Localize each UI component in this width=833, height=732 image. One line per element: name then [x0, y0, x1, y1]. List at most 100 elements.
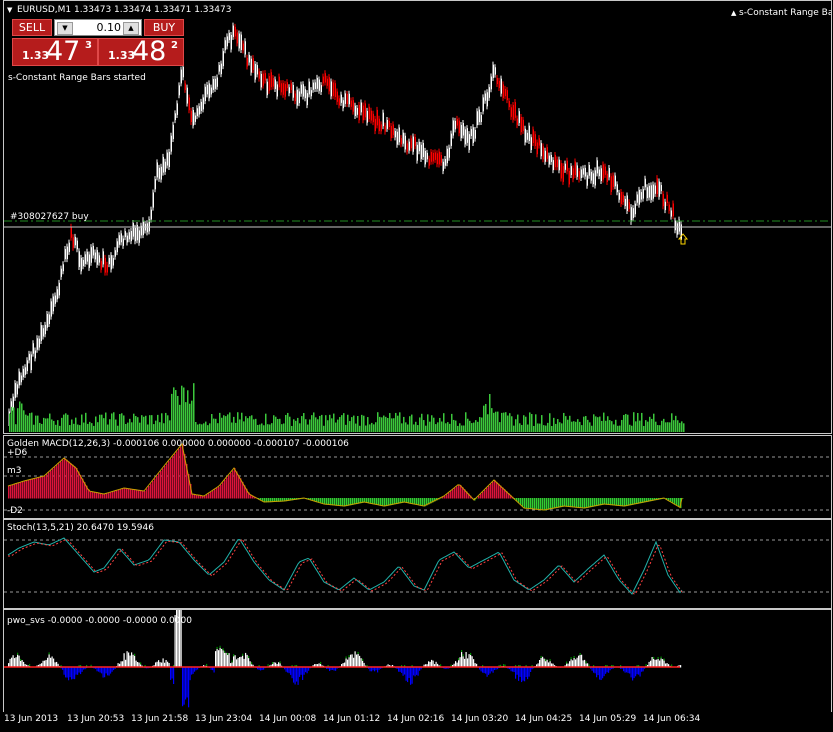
pwo-pane[interactable]: pwo_svs -0.0000 -0.0000 -0.0000 0.0000 [3, 609, 832, 713]
pwo-histogram-bar [185, 667, 187, 700]
macd-histogram-bar [554, 498, 556, 509]
macd-histogram-bar [48, 472, 50, 499]
price-candle [584, 167, 586, 177]
pwo-histogram-bar [300, 667, 302, 675]
volume-bar [421, 413, 423, 432]
pwo-histogram-bar [624, 667, 626, 673]
macd-histogram-bar [50, 470, 52, 499]
price-candle [82, 259, 84, 267]
macd-histogram-bar [124, 488, 126, 499]
pwo-histogram-cap [588, 664, 590, 667]
pwo-histogram-bar [12, 655, 14, 668]
volume-bar [93, 425, 95, 432]
buy-price-button[interactable]: 1.33 48 2 [98, 36, 184, 67]
sell-price-button[interactable]: 1.33 47 3 [12, 36, 98, 67]
volume-bar [191, 400, 193, 432]
volume-bar [483, 405, 485, 432]
volume-bar [227, 414, 229, 432]
lot-value[interactable]: 0.10 [97, 21, 122, 34]
macd-histogram-bar [546, 498, 548, 511]
macd-histogram-bar [572, 498, 574, 508]
macd-histogram-bar [456, 486, 458, 499]
volume-bar [657, 425, 659, 432]
macd-histogram-bar [550, 498, 552, 510]
macd-histogram-bar [94, 492, 96, 499]
stoch-chart[interactable] [4, 520, 831, 608]
price-candle [504, 88, 506, 97]
pwo-histogram-bar [639, 667, 641, 677]
volume-bar [635, 421, 637, 432]
price-candle [202, 97, 204, 110]
volume-bar [307, 424, 309, 432]
macd-histogram-bar [158, 473, 160, 499]
volume-bar [585, 416, 587, 432]
time-tick: 14 Jun 05:29 [579, 714, 637, 724]
price-candle [32, 343, 34, 354]
pwo-histogram-bar [404, 667, 406, 675]
price-candle [310, 90, 312, 97]
price-candle [142, 220, 144, 236]
price-candle [280, 83, 282, 93]
volume-bar [149, 415, 151, 432]
stoch-pane[interactable]: Stoch(13,5,21) 20.6470 19.5946 [3, 519, 832, 609]
lot-decrease-icon[interactable]: ▼ [57, 22, 73, 35]
volume-bar [671, 413, 673, 432]
volume-bar [299, 423, 301, 432]
price-candle [650, 185, 652, 200]
pwo-histogram-bar [239, 657, 241, 668]
price-candle [444, 158, 446, 166]
price-candle [176, 103, 178, 115]
macd-histogram-bar [214, 489, 216, 499]
volume-bar [9, 413, 11, 432]
buy-arrow-icon [677, 233, 689, 245]
pwo-histogram-bar [296, 667, 298, 682]
volume-bar [397, 415, 399, 432]
lot-increase-icon[interactable]: ▲ [123, 22, 139, 35]
sell-button[interactable]: SELL [12, 19, 52, 36]
macd-pane[interactable]: Golden MACD(12,26,3) -0.000106 0.000000 … [3, 435, 832, 519]
price-candle [200, 101, 202, 111]
pwo-histogram-bar [573, 657, 575, 668]
macd-histogram-bar [374, 498, 376, 505]
price-candle [410, 138, 412, 149]
price-candle [594, 170, 596, 186]
pwo-histogram-bar [486, 667, 488, 677]
pwo-histogram-bar [18, 655, 20, 668]
price-candle [182, 66, 184, 78]
pwo-histogram-bar [234, 655, 236, 668]
volume-bar [575, 421, 577, 432]
price-candle [12, 396, 14, 408]
pwo-histogram-bar [15, 657, 17, 668]
macd-histogram-bar [326, 498, 328, 505]
price-candle [20, 375, 22, 383]
pwo-histogram-bar [402, 667, 404, 676]
volume-bar [59, 425, 61, 432]
price-candle [422, 142, 424, 157]
price-candle [98, 255, 100, 263]
pwo-histogram-cap [251, 662, 253, 665]
pwo-histogram-bar [243, 658, 245, 668]
volume-bar [337, 419, 339, 432]
volume-bar [179, 404, 181, 432]
price-candle [412, 136, 414, 152]
price-candle [340, 94, 342, 103]
macd-histogram-bar [92, 491, 94, 499]
volume-bar [489, 393, 491, 432]
macd-histogram-bar [236, 471, 238, 499]
main-chart-pane[interactable]: ▼ EURUSD,M1 1.33473 1.33474 1.33471 1.33… [3, 0, 832, 434]
macd-histogram-bar [14, 484, 16, 499]
volume-bar [321, 414, 323, 432]
volume-bar [213, 418, 215, 432]
volume-bar [549, 413, 551, 432]
buy-button[interactable]: BUY [144, 19, 184, 36]
macd-histogram-bar [458, 484, 460, 499]
macd-histogram-bar [60, 461, 62, 499]
lot-size-field[interactable]: ▼ 0.10 ▲ [54, 19, 142, 36]
price-candle [600, 168, 602, 182]
macd-histogram-bar [104, 494, 106, 499]
price-candle [260, 73, 262, 88]
volume-bar [639, 420, 641, 432]
price-candle [388, 120, 390, 128]
price-candle [306, 93, 308, 106]
order-label[interactable]: #308027627 buy [10, 212, 89, 222]
